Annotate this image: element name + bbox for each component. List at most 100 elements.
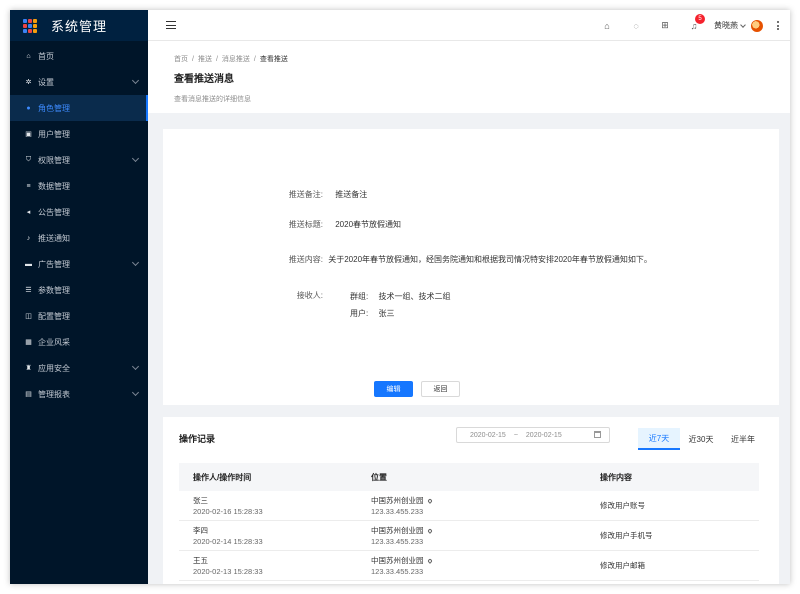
megaphone-icon: ◂ xyxy=(26,209,31,216)
top-actions: ⌂ ◌ ⊞ ♫ 5 黄晓燕 xyxy=(584,10,780,41)
tab-30-days[interactable]: 近30天 xyxy=(680,428,722,450)
user-menu[interactable]: 黄晓燕 xyxy=(714,19,763,32)
receiver-row: 接收人: xyxy=(267,290,323,301)
app-window: 系统管理 ⌂ 首页 ✲ 设置 ● 角色管理 ▣ 用户管理 ⛉ 权限管理 ≡ 数据管理 ◂ 公告管理 ♪ 推送通… xyxy=(10,10,790,584)
content-row: 推送内容: 关于2020年春节放假通知，经国务院通知和根据我司情况特安排2020… xyxy=(267,254,652,265)
app-title: 系统管理 xyxy=(51,19,108,34)
group-value: 技术一组、技术二组 xyxy=(378,292,451,301)
operator-name: 张三 xyxy=(193,495,208,505)
ip-address: 123.33.455.233 xyxy=(371,566,424,576)
sidebar-item-label: 角色管理 xyxy=(38,103,70,113)
more-icon[interactable] xyxy=(777,21,780,30)
sidebar-item-11[interactable]: ▦ 企业风采 xyxy=(10,329,148,355)
ad-icon: ▬ xyxy=(25,260,32,268)
operation-time: 2020-02-16 15:28:33 xyxy=(193,506,263,516)
chevron-down-icon xyxy=(131,362,140,371)
column-header-location: 位置 xyxy=(371,472,387,482)
sidebar-item-label: 应用安全 xyxy=(38,363,70,373)
ip-address: 123.33.455.233 xyxy=(371,506,424,516)
home-icon: ⌂ xyxy=(26,52,31,60)
user-value: 张三 xyxy=(378,309,395,318)
menu-toggle-icon[interactable] xyxy=(166,21,176,29)
location-cell: 中国苏州创业园 123.33.455.233 xyxy=(358,525,587,547)
operator-cell: 王五 2020-02-13 15:28:33 xyxy=(179,555,358,577)
tab-7-days[interactable]: 近7天 xyxy=(638,428,680,450)
sidebar-item-6[interactable]: ◂ 公告管理 xyxy=(10,199,148,225)
column-header-action: 操作内容 xyxy=(600,472,632,482)
sidebar: 系统管理 ⌂ 首页 ✲ 设置 ● 角色管理 ▣ 用户管理 ⛉ 权限管理 ≡ 数据管理 ◂ 公告管理 ♪ 推送通… xyxy=(10,10,148,584)
sidebar-item-9[interactable]: ☰ 参数管理 xyxy=(10,277,148,303)
title-row: 推送标题: 2020春节放假通知 xyxy=(267,219,401,230)
table-body: 张三 2020-02-16 15:28:33 中国苏州创业园 123.33.455.2… xyxy=(179,491,759,581)
username: 黄晓燕 xyxy=(714,21,738,30)
edit-button[interactable]: 编辑 xyxy=(374,381,413,397)
breadcrumb-push[interactable]: 推送 xyxy=(198,56,212,63)
sidebar-item-3[interactable]: ▣ 用户管理 xyxy=(10,121,148,147)
title-label: 推送标题: xyxy=(288,220,323,229)
chevron-down-icon xyxy=(740,21,746,28)
sidebar-item-label: 参数管理 xyxy=(38,285,70,295)
records-title: 操作记录 xyxy=(179,434,216,444)
sidebar-item-2[interactable]: ● 角色管理 xyxy=(10,95,148,121)
user-icon: ▣ xyxy=(25,131,32,138)
table-row: 张三 2020-02-16 15:28:33 中国苏州创业园 123.33.455.2… xyxy=(179,491,759,521)
location-pin-icon xyxy=(426,527,433,534)
remark-label: 推送备注: xyxy=(288,190,323,199)
push-detail-card: 推送备注: 推送备注 推送标题: 2020春节放假通知 推送内容: 关于2020… xyxy=(163,129,779,405)
sidebar-item-8[interactable]: ▬ 广告管理 xyxy=(10,251,148,277)
sidebar-item-13[interactable]: ▤ 管理报表 xyxy=(10,381,148,407)
remark-value: 推送备注 xyxy=(335,190,368,199)
avatar[interactable] xyxy=(751,19,763,32)
sidebar-item-label: 广告管理 xyxy=(38,259,70,269)
breadcrumb-message-push[interactable]: 消息推送 xyxy=(222,56,250,63)
report-icon: ▤ xyxy=(25,391,32,398)
support-icon[interactable]: ◌ xyxy=(630,20,642,32)
records-table: 操作人/操作时间 位置 操作内容 张三 2020-02-16 15:28:33 中国… xyxy=(179,463,759,581)
operator-cell: 李四 2020-02-14 15:28:33 xyxy=(179,525,358,547)
column-header-operator: 操作人/操作时间 xyxy=(193,472,252,482)
apps-icon[interactable]: ⊞ xyxy=(659,20,671,32)
sidebar-item-label: 数据管理 xyxy=(38,181,70,191)
sidebar-item-10[interactable]: ◫ 配置管理 xyxy=(10,303,148,329)
table-row: 李四 2020-02-14 15:28:33 中国苏州创业园 123.33.455.2… xyxy=(179,521,759,551)
group-row: 群组: 技术一组、技术二组 xyxy=(350,291,450,302)
remark-row: 推送备注: 推送备注 xyxy=(267,189,367,200)
location-name: 中国苏州创业园 xyxy=(371,555,424,565)
back-button[interactable]: 返回 xyxy=(421,381,460,397)
user-label: 用户: xyxy=(350,309,369,318)
role-icon: ● xyxy=(26,104,31,112)
tab-half-year[interactable]: 近半年 xyxy=(722,428,764,450)
sidebar-item-7[interactable]: ♪ 推送通知 xyxy=(10,225,148,251)
action-cell: 修改用户账号 xyxy=(600,501,645,510)
operator-name: 李四 xyxy=(193,525,208,535)
content-value: 关于2020年春节放假通知，经国务院通知和根据我司情况特安排2020年春节放假通… xyxy=(328,255,652,264)
sidebar-item-1[interactable]: ✲ 设置 xyxy=(10,69,148,95)
date-range-picker[interactable]: 2020-02-15 ~ 2020-02-15 xyxy=(456,427,610,443)
sidebar-item-12[interactable]: ♜ 应用安全 xyxy=(10,355,148,381)
page-title: 查看推送消息 xyxy=(174,74,234,85)
operator-cell: 张三 2020-02-16 15:28:33 xyxy=(179,495,358,517)
operator-name: 王五 xyxy=(193,555,208,565)
sidebar-item-5[interactable]: ≡ 数据管理 xyxy=(10,173,148,199)
chevron-down-icon xyxy=(131,388,140,397)
sidebar-item-label: 推送通知 xyxy=(38,233,70,243)
sidebar-item-0[interactable]: ⌂ 首页 xyxy=(10,43,148,69)
params-icon: ☰ xyxy=(25,287,32,294)
sidebar-item-4[interactable]: ⛉ 权限管理 xyxy=(10,147,148,173)
bell-icon[interactable]: ♫ 5 xyxy=(688,13,705,32)
action-cell: 修改用户手机号 xyxy=(600,531,653,540)
period-tabs: 近7天 近30天 近半年 xyxy=(638,428,764,450)
gear-icon: ✲ xyxy=(25,79,32,86)
home-icon[interactable]: ⌂ xyxy=(601,20,613,32)
chevron-down-icon xyxy=(131,154,140,163)
content-label: 推送内容: xyxy=(288,255,323,264)
location-pin-icon xyxy=(426,497,433,504)
lock-icon: ♜ xyxy=(25,365,32,372)
breadcrumb-home[interactable]: 首页 xyxy=(174,56,188,63)
shield-icon: ⛉ xyxy=(25,156,32,163)
data-icon: ≡ xyxy=(26,182,31,190)
date-end: 2020-02-15 xyxy=(525,431,562,439)
ip-address: 123.33.455.233 xyxy=(371,536,424,546)
page-header: 首页 / 推送 / 消息推送 / 查看推送 查看推送消息 查看消息推送的详细信息 xyxy=(148,41,790,113)
operation-time: 2020-02-14 15:28:33 xyxy=(193,536,263,546)
